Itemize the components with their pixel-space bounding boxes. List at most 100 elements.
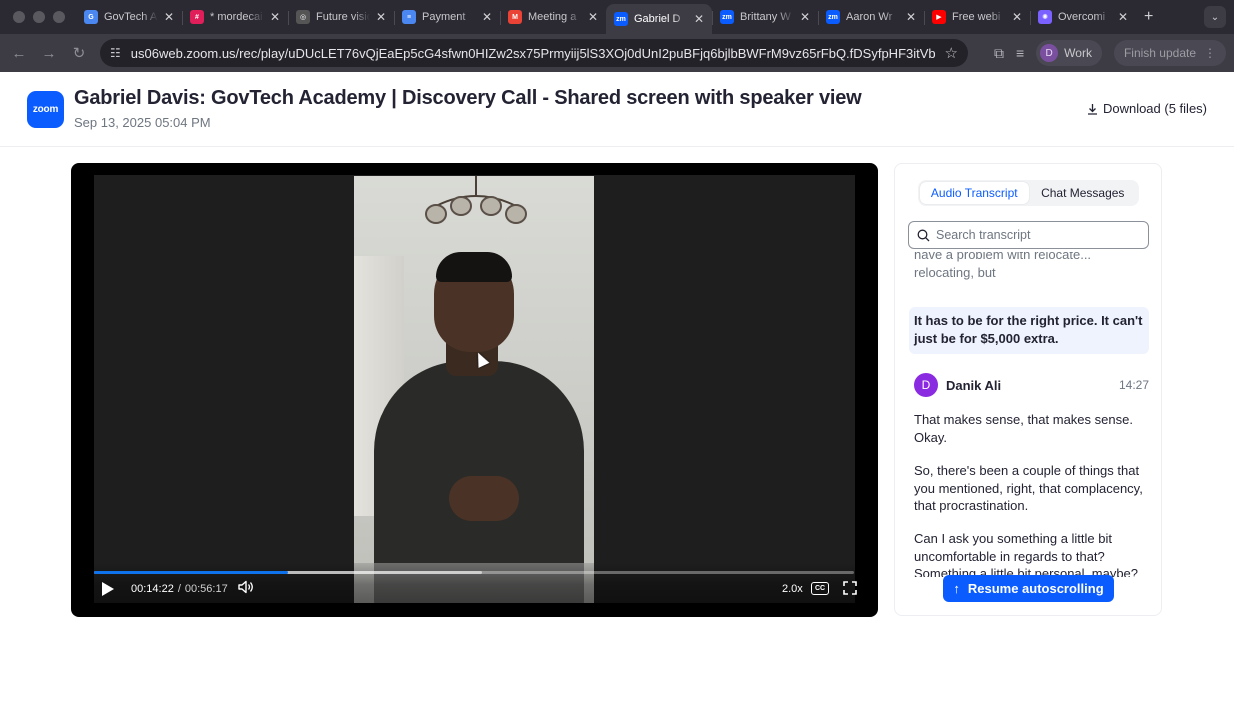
profile-chip[interactable]: D Work	[1036, 40, 1102, 66]
speaker-hands	[449, 476, 519, 521]
reload-icon[interactable]: ↻	[64, 44, 94, 62]
speaker-hair	[436, 252, 512, 282]
window-controls[interactable]	[0, 11, 76, 23]
tab-favicon-icon: M	[508, 10, 522, 24]
tab-favicon-icon: zm	[720, 10, 734, 24]
browser-tab[interactable]: ✺ Overcomi ✕	[1030, 4, 1136, 30]
tab-title: Payment	[422, 11, 466, 23]
progress-bar[interactable]	[94, 571, 854, 574]
new-tab-button[interactable]: +	[1144, 8, 1153, 26]
tab-favicon-icon: zm	[614, 12, 628, 26]
profile-label: Work	[1064, 46, 1092, 60]
browser-tab[interactable]: zm Aaron Wr ✕	[818, 4, 924, 30]
tab-title: Meeting a	[528, 11, 577, 23]
resume-label: Resume autoscrolling	[967, 581, 1104, 596]
tab-title: GovTech A	[104, 11, 158, 23]
minimize-window-button[interactable]	[33, 11, 45, 23]
tab-title: Brittany W	[740, 11, 791, 23]
browser-tab[interactable]: ▶ Free webi ✕	[924, 4, 1030, 30]
tab-title: Gabriel D	[634, 13, 681, 25]
download-icon	[1087, 103, 1097, 115]
recording-date: Sep 13, 2025 05:04 PM	[74, 115, 211, 130]
transcript-paragraph[interactable]: That makes sense, that makes sense. Okay…	[914, 411, 1146, 446]
close-tab-icon[interactable]: ✕	[164, 10, 174, 24]
transcript-panel: Audio Transcript Chat Messages have a pr…	[894, 163, 1162, 616]
transcript-paragraph[interactable]: Can I ask you something a little bit unc…	[914, 530, 1146, 577]
close-tab-icon[interactable]: ✕	[1118, 10, 1128, 24]
tab-favicon-icon: ≡	[402, 10, 416, 24]
tab-audio-transcript[interactable]: Audio Transcript	[920, 182, 1029, 204]
close-window-button[interactable]	[13, 11, 25, 23]
tab-title: * mordecai	[210, 11, 263, 23]
forward-icon[interactable]: →	[34, 45, 64, 62]
close-tab-icon[interactable]: ✕	[588, 10, 598, 24]
tab-favicon-icon: G	[84, 10, 98, 24]
tab-favicon-icon: ◎	[296, 10, 310, 24]
bookmark-star-icon[interactable]: ☆	[945, 44, 958, 62]
video-player[interactable]: 00:14:22 / 00:56:17 2.0x CC	[71, 163, 878, 617]
volume-icon[interactable]	[238, 580, 254, 594]
tab-search-button[interactable]: ⌄	[1204, 6, 1226, 28]
maximize-window-button[interactable]	[53, 11, 65, 23]
address-bar[interactable]: ☷ us06web.zoom.us/rec/play/uDUcLET76vQjE…	[100, 39, 968, 67]
browser-tab-bar: G GovTech A ✕ # * mordecai ✕ ◎ Future vision ✕ ≡ P…	[0, 0, 1234, 34]
close-tab-icon[interactable]: ✕	[270, 10, 280, 24]
time-separator: /	[177, 583, 181, 595]
browser-tab[interactable]: M Meeting a ✕	[500, 4, 606, 30]
speaker-video	[354, 176, 594, 603]
back-icon[interactable]: ←	[4, 45, 34, 62]
browser-tab[interactable]: zm Gabriel D ✕	[606, 4, 712, 34]
search-input[interactable]	[936, 228, 1140, 242]
tab-favicon-icon: ▶	[932, 10, 946, 24]
duration: 00:56:17	[184, 583, 228, 595]
browser-toolbar: ← → ↻ ☷ us06web.zoom.us/rec/play/uDUcLET…	[0, 34, 1234, 72]
close-tab-icon[interactable]: ✕	[1012, 10, 1022, 24]
tab-title: Overcomi	[1058, 11, 1106, 23]
browser-tab[interactable]: G GovTech A ✕	[76, 4, 182, 30]
close-tab-icon[interactable]: ✕	[376, 10, 386, 24]
playback-speed-button[interactable]: 2.0x	[782, 583, 803, 595]
tab-favicon-icon: #	[190, 10, 204, 24]
highlighted-transcript-line[interactable]: It has to be for the right price. It can…	[909, 307, 1149, 354]
speaker-header: D Danik Ali 14:27	[914, 373, 1149, 397]
play-icon[interactable]	[102, 582, 114, 596]
finish-update-button[interactable]: Finish update ⋮	[1113, 40, 1226, 66]
close-tab-icon[interactable]: ✕	[694, 12, 704, 26]
speaker-timestamp[interactable]: 14:27	[1119, 378, 1149, 392]
more-menu-icon[interactable]: ⋮	[1204, 46, 1216, 60]
download-button[interactable]: Download (5 files)	[1087, 101, 1207, 116]
player-controls: 00:14:22 / 00:56:17 2.0x CC	[81, 563, 868, 617]
speaker-avatar: D	[914, 373, 938, 397]
page-title: Gabriel Davis: GovTech Academy | Discove…	[74, 87, 862, 109]
fullscreen-icon[interactable]	[843, 581, 857, 595]
tab-strip: G GovTech A ✕ # * mordecai ✕ ◎ Future vision ✕ ≡ P…	[76, 0, 1136, 34]
reading-list-icon[interactable]: ≡	[1016, 45, 1024, 61]
browser-tab[interactable]: ≡ Payment ✕	[394, 4, 500, 30]
played-bar	[94, 571, 288, 574]
captions-button[interactable]: CC	[811, 582, 829, 595]
resume-autoscrolling-button[interactable]: ↑ Resume autoscrolling	[943, 575, 1114, 602]
finish-update-label: Finish update	[1123, 46, 1196, 60]
close-tab-icon[interactable]: ✕	[482, 10, 492, 24]
extensions-icon[interactable]: ⧉	[994, 45, 1004, 62]
close-tab-icon[interactable]: ✕	[800, 10, 810, 24]
browser-tab[interactable]: ◎ Future vision ✕	[288, 4, 394, 30]
browser-tab[interactable]: # * mordecai ✕	[182, 4, 288, 30]
transcript-search[interactable]	[908, 221, 1149, 249]
current-time: 00:14:22	[131, 583, 174, 595]
tab-chat-messages[interactable]: Chat Messages	[1029, 182, 1138, 204]
site-info-icon[interactable]: ☷	[110, 46, 121, 60]
close-tab-icon[interactable]: ✕	[906, 10, 916, 24]
transcript-paragraph[interactable]: So, there's been a couple of things that…	[914, 462, 1146, 515]
browser-tab[interactable]: zm Brittany W ✕	[712, 4, 818, 30]
transcript-list[interactable]: have a problem with relocate... relocati…	[895, 252, 1161, 577]
header-divider	[0, 146, 1234, 147]
arrow-up-icon: ↑	[953, 581, 960, 596]
tab-favicon-icon: ✺	[1038, 10, 1052, 24]
url-text[interactable]: us06web.zoom.us/rec/play/uDUcLET76vQjEaE…	[131, 46, 935, 61]
tab-favicon-icon: zm	[826, 10, 840, 24]
zoom-logo: zoom	[27, 91, 64, 128]
transcript-tabs: Audio Transcript Chat Messages	[918, 180, 1139, 206]
time-display: 00:14:22 / 00:56:17	[131, 583, 228, 595]
tab-title: Free webi	[952, 11, 1001, 23]
